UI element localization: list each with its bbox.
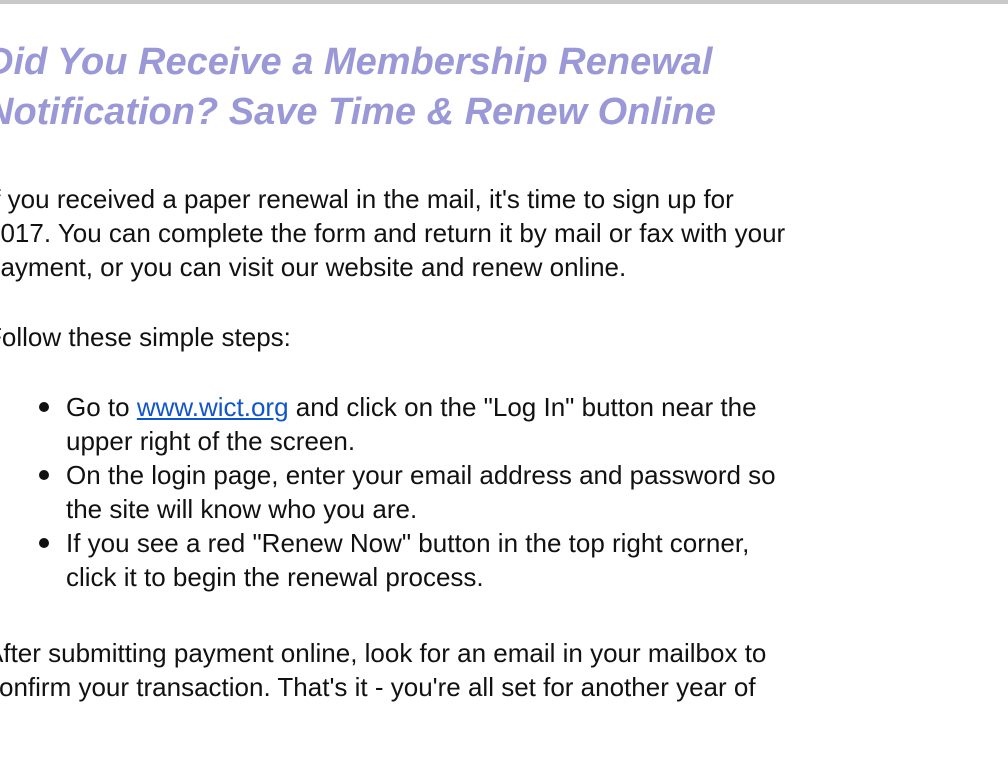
step-item-login-page: On the login page, enter your email addr… — [39, 458, 1008, 526]
bullet-icon — [39, 538, 49, 548]
bullet-icon — [39, 470, 49, 480]
step-item-login-button: Go to www.wict.org and click on the "Log… — [39, 390, 1008, 458]
steps-intro: Follow these simple steps: — [0, 322, 291, 352]
article-title-line-1: Did You Receive a Membership Renewal — [0, 41, 713, 83]
intro-paragraph: If you received a paper renewal in the m… — [0, 182, 1008, 284]
step-1-pre: Go to — [66, 392, 137, 422]
intro-line-2: 2017. You can complete the form and retu… — [0, 218, 786, 248]
step-3-line-1: If you see a red "Renew Now" button in t… — [66, 528, 750, 558]
step-2-line-2: the site will know who you are. — [66, 494, 418, 524]
step-1-line-2: upper right of the screen. — [66, 426, 356, 456]
intro-line-1: If you received a paper renewal in the m… — [0, 184, 734, 214]
after-line-2: confirm your transaction. That's it - yo… — [0, 672, 756, 702]
after-payment-paragraph: After submitting payment online, look fo… — [0, 636, 1008, 704]
top-divider — [0, 0, 1008, 4]
step-item-renew-now: If you see a red "Renew Now" button in t… — [39, 526, 1008, 594]
step-3-line-2: click it to begin the renewal process. — [66, 562, 484, 592]
page: Did You Receive a Membership Renewal Not… — [0, 0, 1008, 779]
article-title-line-2: Notification? Save Time & Renew Online — [0, 91, 716, 133]
bullet-icon — [39, 402, 49, 412]
intro-line-3: payment, or you can visit our website an… — [0, 252, 627, 282]
article: Did You Receive a Membership Renewal Not… — [0, 37, 1008, 704]
wict-website-link[interactable]: www.wict.org — [137, 392, 289, 422]
step-1-post: and click on the "Log In" button near th… — [288, 392, 757, 422]
step-2-line-1: On the login page, enter your email addr… — [66, 460, 776, 490]
after-line-1: After submitting payment online, look fo… — [0, 638, 767, 668]
steps-list: Go to www.wict.org and click on the "Log… — [0, 390, 1008, 594]
step-1-line-1: Go to www.wict.org and click on the "Log… — [66, 390, 1008, 424]
article-title: Did You Receive a Membership Renewal Not… — [0, 37, 1008, 137]
